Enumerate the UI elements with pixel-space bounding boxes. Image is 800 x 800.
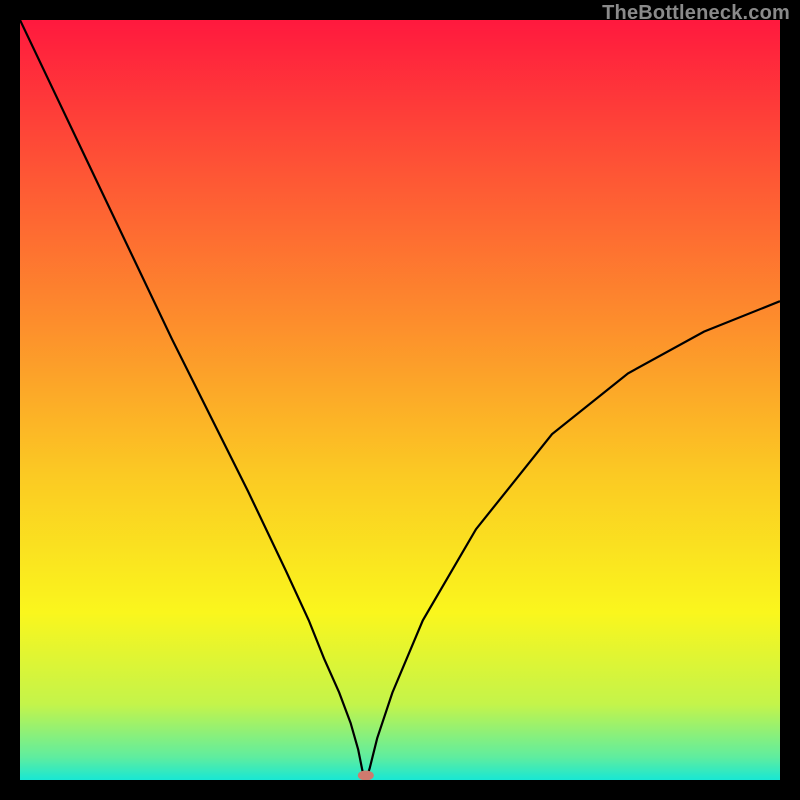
bottleneck-chart [20, 20, 780, 780]
chart-background [20, 20, 780, 780]
min-marker [358, 770, 374, 780]
chart-stage: TheBottleneck.com [0, 0, 800, 800]
watermark-text: TheBottleneck.com [602, 2, 790, 25]
